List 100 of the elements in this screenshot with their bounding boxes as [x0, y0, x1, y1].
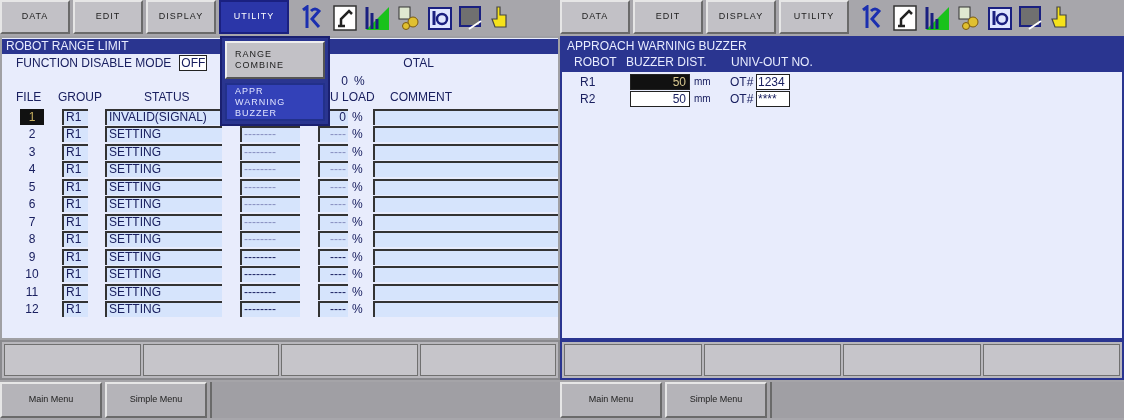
comment-field[interactable] [373, 178, 558, 195]
gears-icon[interactable] [397, 5, 421, 31]
unit-label: mm [694, 92, 712, 106]
file-number[interactable]: 5 [20, 178, 44, 195]
distance-field[interactable]: 50 [630, 73, 690, 90]
file-number[interactable]: 1 [20, 108, 44, 125]
column-header: COMMENT [390, 89, 452, 106]
output-number-field[interactable]: **** [756, 90, 790, 107]
status-cell: SETTING [105, 248, 222, 265]
output-number-field[interactable]: 1234 [756, 73, 790, 90]
main-menu-button[interactable]: Main Menu [560, 382, 662, 418]
load-cell: ---- [318, 178, 348, 195]
function-key[interactable] [419, 344, 556, 376]
group-cell: R1 [62, 283, 88, 300]
menu-item[interactable]: RANGE COMBINE [225, 41, 325, 79]
hand-icon[interactable] [490, 5, 510, 31]
table-cell: -------- [240, 178, 300, 195]
file-number[interactable]: 2 [20, 126, 44, 143]
total-value: 0 [340, 72, 348, 90]
comment-field[interactable] [373, 248, 558, 265]
comment-field[interactable] [373, 266, 558, 283]
function-key[interactable] [142, 344, 279, 376]
menu-tab[interactable]: UTILITY [219, 0, 289, 34]
table-cell: -------- [240, 143, 300, 160]
status-cell: SETTING [105, 161, 222, 178]
column-header: STATUS [144, 89, 191, 106]
file-number[interactable]: 7 [20, 213, 44, 230]
group-cell: R1 [62, 143, 88, 160]
table-cell: -------- [240, 161, 300, 178]
file-number[interactable]: 4 [20, 161, 44, 178]
unit-label: % [352, 143, 364, 161]
column-header: BUZZER DIST. [626, 55, 708, 70]
robot-arm-icon[interactable] [893, 5, 917, 31]
comment-field[interactable] [373, 161, 558, 178]
comment-field[interactable] [373, 196, 558, 213]
window-arrow-icon[interactable] [459, 5, 483, 31]
menu-item[interactable]: APPR WARNING BUZZER [225, 83, 325, 121]
menu-tab[interactable]: UTILITY [779, 0, 849, 34]
robot-arm-icon[interactable] [333, 5, 357, 31]
function-key[interactable] [564, 344, 702, 376]
menu-tab[interactable]: DATA [0, 0, 70, 34]
group-cell: R1 [62, 126, 88, 143]
load-cell: ---- [318, 283, 348, 300]
menu-tab[interactable]: EDIT [73, 0, 143, 34]
robot-label: R1 [580, 73, 597, 91]
file-number[interactable]: 10 [20, 266, 44, 283]
column-header: UNIV-OUT NO. [731, 55, 813, 70]
function-key[interactable] [843, 344, 981, 376]
signal-bars-icon[interactable] [364, 5, 390, 31]
group-cell: R1 [62, 231, 88, 248]
main-menu-button[interactable]: Simple Menu [665, 382, 767, 418]
file-number[interactable]: 8 [20, 231, 44, 248]
function-key[interactable] [703, 344, 841, 376]
mode-label: FUNCTION DISABLE MODE [16, 55, 172, 72]
table-cell: -------- [240, 301, 300, 318]
window-arrow-icon[interactable] [1019, 5, 1043, 31]
file-number[interactable]: 12 [20, 301, 44, 318]
group-cell: R1 [62, 266, 88, 283]
function-key[interactable] [281, 344, 418, 376]
file-number[interactable]: 3 [20, 143, 44, 160]
unit-label: % [352, 126, 364, 144]
distance-field[interactable]: 50 [630, 90, 690, 107]
unit-label: % [352, 231, 364, 249]
group-cell: R1 [62, 178, 88, 195]
unit-label: % [352, 301, 364, 319]
column-header: U LOAD [330, 89, 376, 106]
robot-frame-icon[interactable] [988, 5, 1012, 31]
menu-tab[interactable]: DISPLAY [146, 0, 216, 34]
load-cell: ---- [318, 143, 348, 160]
comment-field[interactable] [373, 108, 558, 125]
function-key[interactable] [982, 344, 1120, 376]
comment-field[interactable] [373, 126, 558, 143]
comment-field[interactable] [373, 231, 558, 248]
menu-tab[interactable]: DATA [560, 0, 630, 34]
robot-frame-icon[interactable] [428, 5, 452, 31]
file-number[interactable]: 6 [20, 196, 44, 213]
comment-field[interactable] [373, 283, 558, 300]
comment-field[interactable] [373, 143, 558, 160]
file-number[interactable]: 11 [20, 283, 44, 300]
table-cell: -------- [240, 196, 300, 213]
gears-icon[interactable] [957, 5, 981, 31]
status-cell: SETTING [105, 266, 222, 283]
menu-tab[interactable]: EDIT [633, 0, 703, 34]
column-header: GROUP [58, 89, 103, 106]
main-menu-button[interactable]: Main Menu [0, 382, 102, 418]
hand-icon[interactable] [1050, 5, 1070, 31]
file-number[interactable]: 9 [20, 248, 44, 265]
mode-field[interactable]: OFF [179, 55, 208, 71]
unit-label: % [352, 108, 364, 126]
column-header: FILE [16, 89, 43, 106]
menu-tab[interactable]: DISPLAY [706, 0, 776, 34]
signal-bars-icon[interactable] [924, 5, 950, 31]
load-cell: ---- [318, 266, 348, 283]
comment-field[interactable] [373, 213, 558, 230]
comment-field[interactable] [373, 301, 558, 318]
status-cell: SETTING [105, 126, 222, 143]
robot-label: R2 [580, 90, 597, 108]
status-cell: SETTING [105, 283, 222, 300]
function-key[interactable] [4, 344, 141, 376]
main-menu-button[interactable]: Simple Menu [105, 382, 207, 418]
